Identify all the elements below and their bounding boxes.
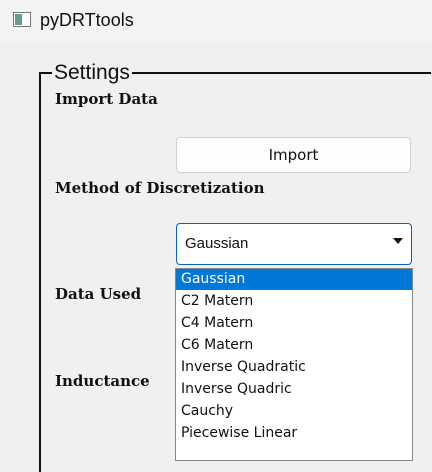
import-data-label: Import Data xyxy=(55,90,158,108)
import-button[interactable]: Import xyxy=(176,137,411,173)
dropdown-option[interactable]: Gaussian xyxy=(176,269,412,290)
app-title: pyDRTtools xyxy=(40,10,134,30)
discretization-select-value: Gaussian xyxy=(185,235,249,252)
title-bar: pyDRTtools xyxy=(0,0,432,42)
method-of-discretization-label: Method of Discretization xyxy=(55,179,265,197)
dropdown-option[interactable]: Inverse Quadratic xyxy=(176,356,412,378)
data-used-label: Data Used xyxy=(55,285,142,303)
settings-group-title: Settings xyxy=(52,60,132,86)
app-window-icon xyxy=(13,12,31,27)
inductance-label: Inductance xyxy=(55,372,150,390)
dropdown-option[interactable]: Piecewise Linear xyxy=(176,422,412,444)
dropdown-option[interactable]: C4 Matern xyxy=(176,312,412,334)
dropdown-option[interactable]: C6 Matern xyxy=(176,334,412,356)
dropdown-option[interactable]: Cauchy xyxy=(176,400,412,422)
discretization-select[interactable]: Gaussian xyxy=(176,223,412,265)
dropdown-option[interactable]: Inverse Quadric xyxy=(176,378,412,400)
chevron-down-icon[interactable] xyxy=(393,238,403,244)
dropdown-option[interactable]: C2 Matern xyxy=(176,290,412,312)
discretization-dropdown-list[interactable]: Gaussian C2 Matern C4 Matern C6 Matern I… xyxy=(175,268,413,461)
